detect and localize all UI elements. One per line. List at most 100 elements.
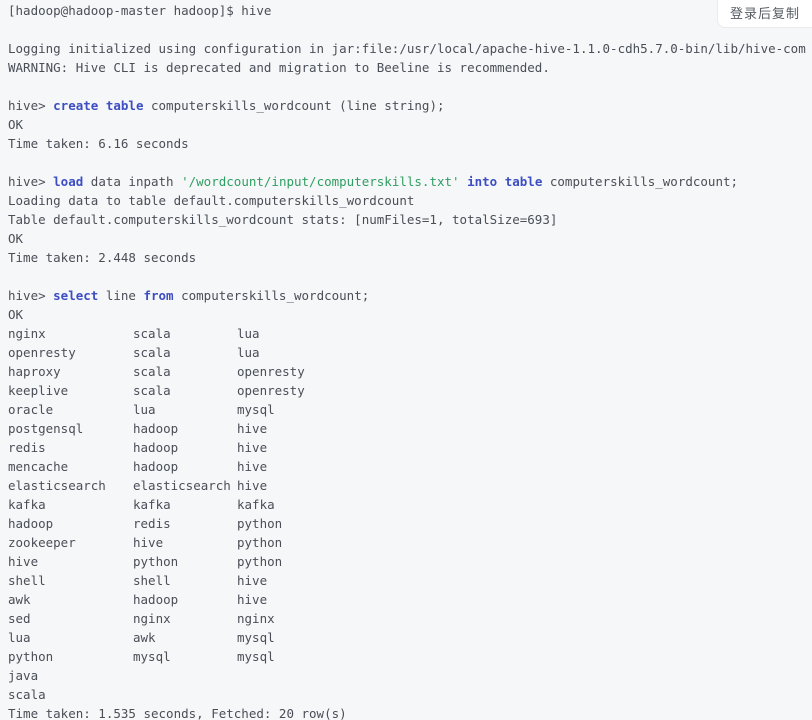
table-cell: python <box>133 554 179 569</box>
table-cell: mysql <box>237 402 275 417</box>
plain-text: Time taken: 6.16 seconds <box>8 136 189 151</box>
plain-text: hive> <box>8 174 54 189</box>
terminal-line: OK <box>8 115 812 134</box>
plain-text: WARNING: Hive CLI is deprecated and migr… <box>8 60 550 75</box>
terminal-line: OK <box>8 229 812 248</box>
terminal-line: hive> create table computerskills_wordco… <box>8 96 812 115</box>
table-cell: python <box>237 554 283 569</box>
table-cell: haproxy <box>8 364 61 379</box>
plain-text: data inpath <box>83 174 182 189</box>
table-cell: hadoop <box>133 592 179 607</box>
plain-text: Logging initialized using configuration … <box>8 41 806 56</box>
terminal-line: zookeeper hive python <box>8 533 812 552</box>
terminal-line: oracle lua mysql <box>8 400 812 419</box>
plain-text: Time taken: 2.448 seconds <box>8 250 197 265</box>
table-cell: openresty <box>237 364 305 379</box>
terminal-line: Table default.computerskills_wordcount s… <box>8 210 812 229</box>
terminal-line: keeplive scala openresty <box>8 381 812 400</box>
table-cell: kafka <box>8 497 46 512</box>
plain-text: OK <box>8 307 24 322</box>
plain-text: Loading data to table default.computersk… <box>8 193 415 208</box>
table-cell: hadoop <box>133 440 179 455</box>
terminal-line: Time taken: 6.16 seconds <box>8 134 812 153</box>
terminal-line: redis hadoop hive <box>8 438 812 457</box>
table-cell: scala <box>8 687 46 702</box>
table-cell: hive <box>133 535 164 550</box>
table-cell: mencache <box>8 459 69 474</box>
table-cell: python <box>237 516 283 531</box>
login-to-copy-button[interactable]: 登录后复制 <box>716 0 812 28</box>
terminal-line: java <box>8 666 812 685</box>
terminal-line: Loading data to table default.computersk… <box>8 191 812 210</box>
table-cell: keeplive <box>8 383 69 398</box>
plain-text <box>460 174 468 189</box>
terminal-line: hive> load data inpath '/wordcount/input… <box>8 172 812 191</box>
terminal-line: hive> select line from computerskills_wo… <box>8 286 812 305</box>
sql-keyword: select <box>53 288 99 303</box>
plain-text: computerskills_wordcount (line string); <box>143 98 445 113</box>
table-cell: nginx <box>133 611 171 626</box>
table-cell: lua <box>8 630 31 645</box>
plain-text: Table default.computerskills_wordcount s… <box>8 212 558 227</box>
terminal-line: [hadoop@hadoop-master hadoop]$ hive <box>8 1 812 20</box>
terminal-line: hive python python <box>8 552 812 571</box>
table-cell: python <box>8 649 54 664</box>
terminal-code-block: [hadoop@hadoop-master hadoop]$ hive Loggi… <box>0 0 812 720</box>
terminal-line: Time taken: 1.535 seconds, Fetched: 20 r… <box>8 704 812 720</box>
table-cell: kafka <box>237 497 275 512</box>
plain-text: computerskills_wordcount; <box>542 174 739 189</box>
terminal-line: OK <box>8 305 812 324</box>
table-cell: lua <box>237 326 260 341</box>
sql-keyword: from <box>143 288 174 303</box>
plain-text: OK <box>8 231 24 246</box>
table-cell: scala <box>133 326 171 341</box>
plain-text: computerskills_wordcount; <box>173 288 370 303</box>
terminal-line: WARNING: Hive CLI is deprecated and migr… <box>8 58 812 77</box>
table-cell: openresty <box>237 383 305 398</box>
table-cell: elasticsearch <box>133 478 231 493</box>
table-cell: hadoop <box>133 421 179 436</box>
table-cell: openresty <box>8 345 76 360</box>
table-cell: hive <box>237 421 268 436</box>
table-cell: scala <box>133 345 171 360</box>
sql-keyword: create table <box>53 98 144 113</box>
table-cell: oracle <box>8 402 54 417</box>
plain-text: hive> <box>8 288 54 303</box>
terminal-line: python mysql mysql <box>8 647 812 666</box>
terminal-line: nginx scala lua <box>8 324 812 343</box>
table-cell: hive <box>237 440 268 455</box>
table-cell: zookeeper <box>8 535 76 550</box>
terminal-line: elasticsearch elasticsearch hive <box>8 476 812 495</box>
table-cell: elasticsearch <box>8 478 106 493</box>
table-cell: redis <box>8 440 46 455</box>
terminal-line: awk hadoop hive <box>8 590 812 609</box>
table-cell: lua <box>133 402 156 417</box>
table-cell: scala <box>133 383 171 398</box>
table-cell: sed <box>8 611 31 626</box>
table-cell: hadoop <box>8 516 54 531</box>
table-cell: mysql <box>237 649 275 664</box>
terminal-line: openresty scala lua <box>8 343 812 362</box>
table-cell: hive <box>8 554 39 569</box>
sql-keyword: into table <box>467 174 543 189</box>
terminal-line: kafka kafka kafka <box>8 495 812 514</box>
table-cell: hive <box>237 592 268 607</box>
plain-text: Time taken: 1.535 seconds, Fetched: 20 r… <box>8 706 347 720</box>
sql-string: '/wordcount/input/computerskills.txt' <box>181 174 460 189</box>
terminal-line: Time taken: 2.448 seconds <box>8 248 812 267</box>
table-cell: hive <box>237 478 268 493</box>
table-cell: java <box>8 668 39 683</box>
table-cell: awk <box>8 592 31 607</box>
table-cell: redis <box>133 516 171 531</box>
plain-text: [hadoop@hadoop-master hadoop]$ hive <box>8 3 272 18</box>
table-cell: mysql <box>237 630 275 645</box>
terminal-line: lua awk mysql <box>8 628 812 647</box>
terminal-line: sed nginx nginx <box>8 609 812 628</box>
terminal-line: scala <box>8 685 812 704</box>
table-cell: lua <box>237 345 260 360</box>
table-cell: python <box>237 535 283 550</box>
